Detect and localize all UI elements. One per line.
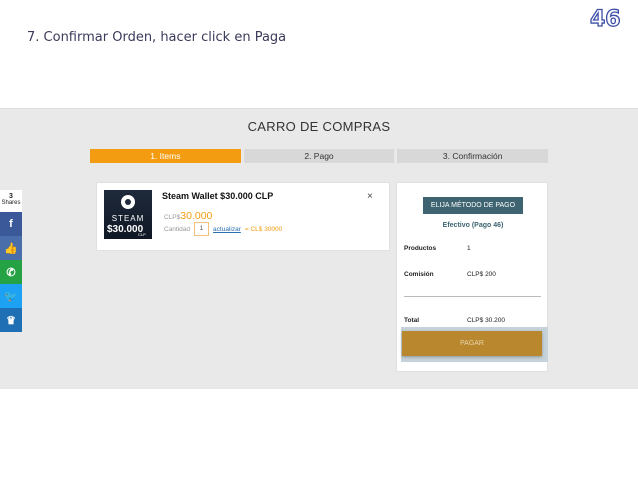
- step-items[interactable]: 1. Items: [90, 149, 241, 163]
- price-currency: CLP$: [164, 214, 181, 221]
- logo-text: 46: [590, 7, 621, 32]
- facebook-icon[interactable]: f: [0, 212, 22, 236]
- price-value: 30.000: [180, 210, 213, 222]
- cart-title: CARRO DE COMPRAS: [247, 119, 391, 134]
- commission-value: CLP$ 200: [467, 271, 496, 278]
- share-count-value: 3: [9, 193, 13, 200]
- share-count: 3 Shares: [0, 190, 22, 212]
- steam-logo-icon: [121, 195, 135, 209]
- cart-item: STEAM $30.000 CLP Steam Wallet $30.000 C…: [96, 182, 390, 251]
- share-bar: 3 Shares f 👍 ✆ 🐦 ♛: [0, 190, 22, 332]
- selected-payment-method: Efectivo (Pago 46): [442, 222, 504, 229]
- choose-payment-method-button[interactable]: ELIJA MÉTODO DE PAGO: [423, 197, 523, 214]
- quantity-label: Cantidad: [164, 225, 191, 233]
- checkout-steps: 1. Items 2. Pago 3. Confirmación: [90, 149, 549, 163]
- logo-46-icon: 46: [589, 6, 621, 32]
- twitter-icon[interactable]: 🐦: [0, 284, 22, 308]
- like-icon[interactable]: 👍: [0, 236, 22, 260]
- slide-heading: 7. Confirmar Orden, hacer click en Paga: [27, 30, 287, 45]
- commission-label: Comisión: [404, 271, 434, 278]
- browser-screenshot: CARRO DE COMPRAS 1. Items 2. Pago 3. Con…: [0, 108, 638, 389]
- thumb-currency: CLP: [138, 232, 146, 237]
- products-row: Productos 1: [404, 245, 471, 252]
- total-row: Total CLP$ 30.200: [404, 317, 505, 324]
- step-payment[interactable]: 2. Pago: [243, 149, 395, 163]
- quantity-row: Cantidad 1 actualizar = CL$ 30000: [164, 222, 282, 236]
- products-value: 1: [467, 245, 471, 252]
- pay-button[interactable]: PAGAR: [402, 331, 542, 356]
- whatsapp-icon[interactable]: ✆: [0, 260, 22, 284]
- remove-item-icon[interactable]: ×: [367, 191, 373, 202]
- share-count-label: Shares: [1, 200, 21, 206]
- order-summary: ELIJA MÉTODO DE PAGO Efectivo (Pago 46) …: [396, 182, 548, 372]
- thumb-brand: STEAM: [111, 214, 145, 223]
- crown-icon[interactable]: ♛: [0, 308, 22, 332]
- item-subtotal: = CL$ 30000: [244, 225, 283, 233]
- total-value: CLP$ 30.200: [467, 317, 505, 324]
- pay-button-highlight: PAGAR: [401, 327, 548, 362]
- total-label: Total: [404, 317, 420, 324]
- step-confirmation[interactable]: 3. Confirmación: [397, 149, 549, 163]
- commission-row: Comisión CLP$ 200: [404, 271, 496, 278]
- summary-divider: [404, 296, 541, 297]
- product-thumbnail: STEAM $30.000 CLP: [104, 190, 152, 239]
- products-label: Productos: [404, 245, 437, 252]
- slide: 7. Confirmar Orden, hacer click en Paga …: [0, 0, 638, 479]
- item-name: Steam Wallet $30.000 CLP: [162, 191, 274, 201]
- update-link[interactable]: actualizar: [213, 226, 241, 233]
- quantity-input[interactable]: 1: [194, 222, 210, 236]
